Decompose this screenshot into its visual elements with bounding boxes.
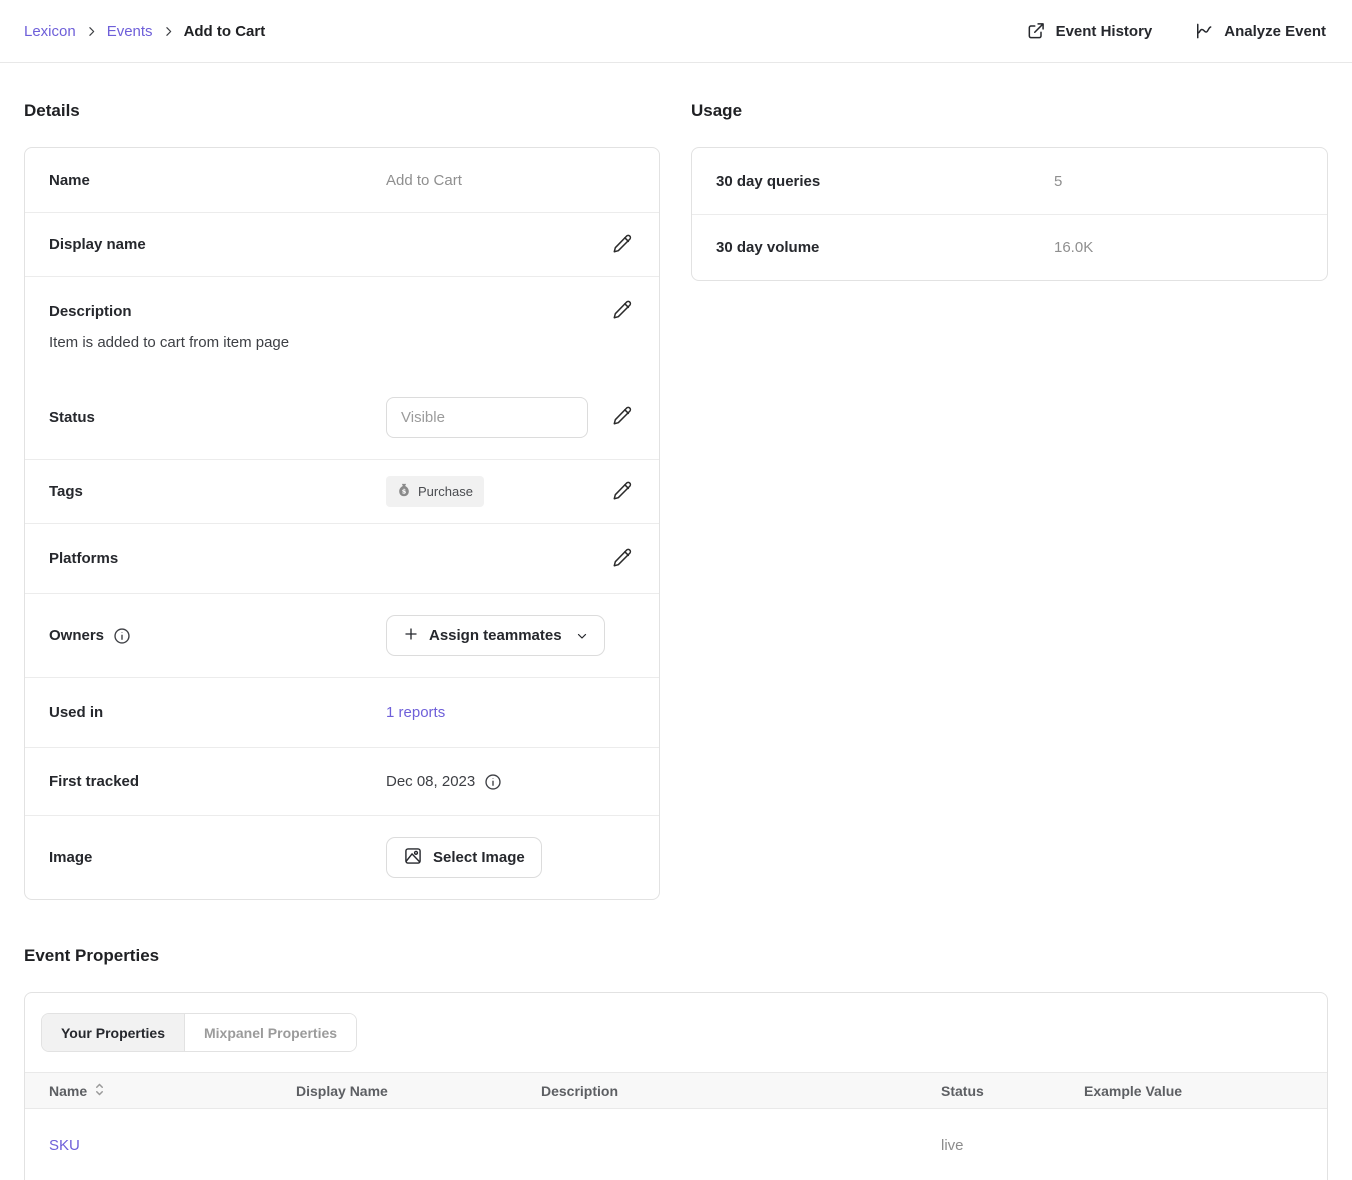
usage-volume-label: 30 day volume [716, 239, 1054, 256]
detail-row-image: Image Select Image [25, 815, 659, 899]
properties-table-header: Name Display Name Description Status Exa… [25, 1072, 1327, 1109]
pencil-icon [612, 547, 633, 571]
status-label: Status [49, 409, 386, 426]
detail-row-name: Name Add to Cart [25, 148, 659, 212]
pencil-icon [612, 480, 633, 504]
detail-row-owners: Owners Assign teammates [25, 593, 659, 677]
info-icon[interactable] [484, 773, 502, 791]
property-link-sku[interactable]: SKU [49, 1137, 80, 1154]
detail-row-platforms: Platforms [25, 523, 659, 593]
event-properties-title: Event Properties [24, 946, 1328, 966]
tag-chip-purchase[interactable]: $ Purchase [386, 476, 484, 507]
detail-row-description: Description Item is added to cart from i… [25, 276, 659, 375]
column-header-status: Status [941, 1083, 1084, 1099]
analyze-event-button[interactable]: Analyze Event [1194, 21, 1326, 41]
event-history-label: Event History [1056, 23, 1153, 40]
column-header-name: Name [49, 1083, 87, 1099]
name-label: Name [49, 172, 386, 189]
tag-label: Purchase [418, 484, 473, 499]
assign-teammates-label: Assign teammates [429, 627, 562, 644]
status-input[interactable] [386, 397, 588, 438]
main-content: Details Name Add to Cart Display name [0, 63, 1352, 1180]
pencil-icon [612, 299, 633, 323]
first-tracked-value: Dec 08, 2023 [386, 773, 475, 790]
table-row-sku: SKU live [25, 1109, 1327, 1180]
description-label: Description [49, 303, 610, 320]
details-card: Name Add to Cart Display name Descriptio… [24, 147, 660, 900]
tab-your-properties[interactable]: Your Properties [42, 1014, 185, 1051]
owners-label: Owners [49, 627, 104, 644]
used-in-label: Used in [49, 704, 386, 721]
usage-section: Usage 30 day queries 5 30 day volume 16.… [691, 85, 1328, 281]
display-name-label: Display name [49, 236, 386, 253]
column-header-display-name: Display Name [296, 1083, 541, 1099]
detail-row-display-name: Display name [25, 212, 659, 276]
line-chart-icon [1194, 21, 1214, 41]
detail-row-used-in: Used in 1 reports [25, 677, 659, 747]
sort-icon [94, 1082, 105, 1100]
details-section: Details Name Add to Cart Display name [24, 85, 660, 900]
tags-label: Tags [49, 483, 386, 500]
platforms-label: Platforms [49, 550, 386, 567]
breadcrumb-link-events[interactable]: Events [107, 23, 153, 40]
details-title: Details [24, 101, 660, 121]
breadcrumb-link-lexicon[interactable]: Lexicon [24, 23, 76, 40]
chevron-right-icon [162, 25, 175, 38]
money-bag-icon: $ [397, 483, 411, 500]
detail-row-status: Status [25, 375, 659, 459]
edit-description-button[interactable] [610, 297, 635, 325]
event-properties-card: Your Properties Mixpanel Properties Name… [24, 992, 1328, 1180]
tab-mixpanel-properties[interactable]: Mixpanel Properties [185, 1014, 356, 1051]
usage-queries-label: 30 day queries [716, 173, 1054, 190]
top-bar: Lexicon Events Add to Cart Event History… [0, 0, 1352, 63]
select-image-label: Select Image [433, 849, 525, 866]
edit-status-button[interactable] [610, 403, 635, 431]
edit-display-name-button[interactable] [610, 231, 635, 259]
usage-row-volume: 30 day volume 16.0K [692, 214, 1327, 280]
chevron-down-icon [576, 630, 588, 642]
properties-tab-group: Your Properties Mixpanel Properties [41, 1013, 357, 1052]
usage-card: 30 day queries 5 30 day volume 16.0K [691, 147, 1328, 281]
description-value: Item is added to cart from item page [49, 334, 635, 351]
select-image-button[interactable]: Select Image [386, 837, 542, 878]
image-icon [403, 846, 423, 870]
info-icon[interactable] [113, 627, 131, 645]
header-actions: Event History Analyze Event [1026, 21, 1326, 41]
usage-volume-value: 16.0K [1054, 239, 1093, 256]
analyze-event-label: Analyze Event [1224, 23, 1326, 40]
pencil-icon [612, 233, 633, 257]
column-header-example-value: Example Value [1084, 1083, 1303, 1099]
detail-row-first-tracked: First tracked Dec 08, 2023 [25, 747, 659, 815]
assign-teammates-button[interactable]: Assign teammates [386, 615, 605, 656]
pencil-icon [612, 405, 633, 429]
breadcrumb: Lexicon Events Add to Cart [24, 23, 265, 40]
sort-name-button[interactable] [94, 1082, 105, 1100]
cell-status: live [941, 1137, 1084, 1154]
first-tracked-label: First tracked [49, 773, 386, 790]
name-value: Add to Cart [386, 172, 635, 189]
detail-row-tags: Tags $ Purchase [25, 459, 659, 523]
used-in-reports-link[interactable]: 1 reports [386, 704, 445, 721]
event-history-button[interactable]: Event History [1026, 21, 1153, 41]
usage-queries-value: 5 [1054, 173, 1062, 190]
edit-platforms-button[interactable] [610, 545, 635, 573]
edit-tags-button[interactable] [610, 478, 635, 506]
usage-title: Usage [691, 101, 1328, 121]
external-link-icon [1026, 21, 1046, 41]
breadcrumb-current: Add to Cart [184, 23, 266, 40]
event-properties-section: Event Properties Your Properties Mixpane… [24, 946, 1328, 1180]
chevron-right-icon [85, 25, 98, 38]
column-header-description: Description [541, 1083, 941, 1099]
image-label: Image [49, 849, 386, 866]
usage-row-queries: 30 day queries 5 [692, 148, 1327, 214]
svg-text:$: $ [402, 488, 407, 496]
plus-icon [403, 626, 419, 646]
